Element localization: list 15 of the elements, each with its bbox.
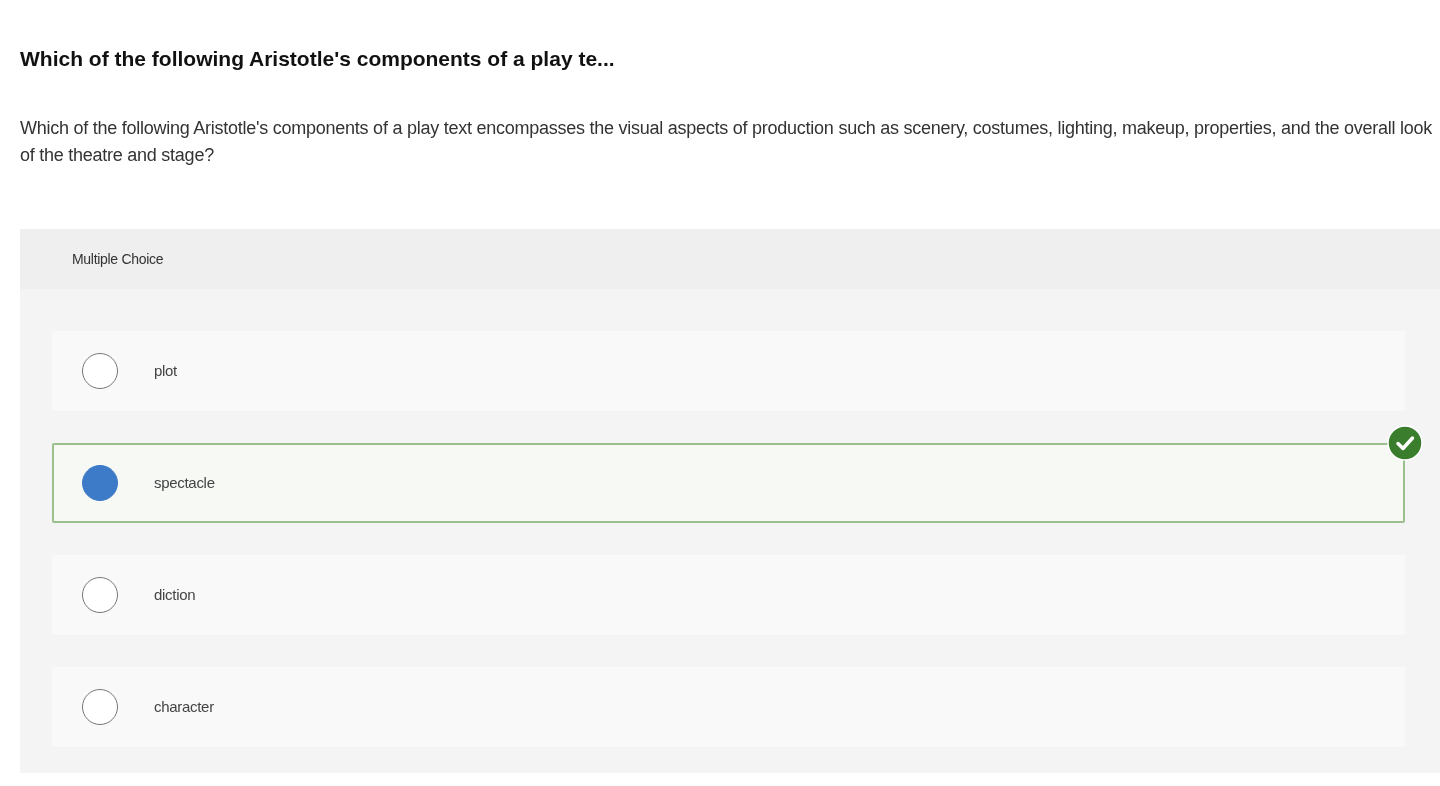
question-text: Which of the following Aristotle's components of a play text encompasses the visual aspects of production such as scenery, costumes, lighting, makeup, properties, and the overall look of the theatre and stage? [20, 117, 1434, 168]
answer-option[interactable]: diction [52, 555, 1405, 636]
option-label: character [154, 696, 214, 717]
option-label: plot [154, 360, 177, 381]
radio-button[interactable] [82, 577, 118, 614]
option-label: diction [154, 584, 196, 605]
answer-option[interactable]: plot [52, 331, 1405, 412]
question-title: Which of the following Aristotle's components of a play te... [20, 46, 616, 72]
radio-button[interactable] [82, 465, 118, 502]
answer-option[interactable]: character [52, 667, 1405, 748]
answer-option[interactable]: spectacle [52, 443, 1405, 524]
radio-button[interactable] [82, 689, 118, 726]
radio-button[interactable] [82, 353, 118, 390]
question-type: Multiple Choice [72, 249, 164, 269]
option-label: spectacle [154, 472, 215, 493]
